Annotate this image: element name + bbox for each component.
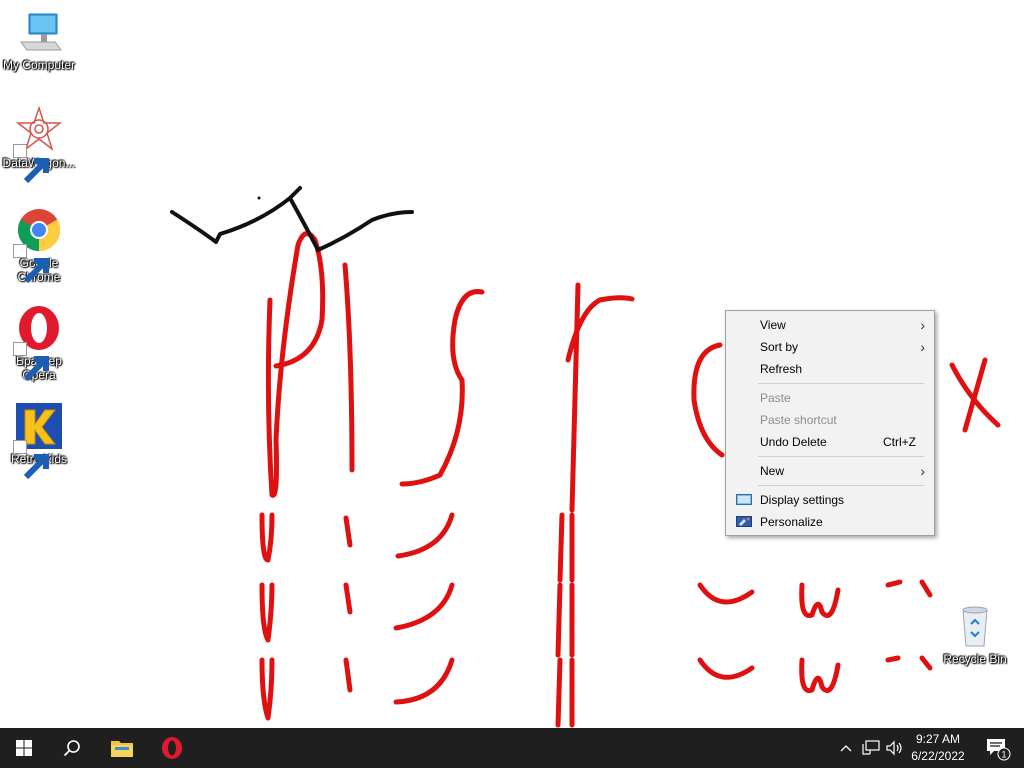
menu-separator <box>758 456 924 457</box>
action-center-button[interactable]: 1 <box>980 728 1016 768</box>
desktop-icon-recycle-bin[interactable]: Recycle Bin <box>937 602 1013 666</box>
taskbar-opera[interactable] <box>148 728 196 768</box>
menu-item-undo-delete[interactable]: Undo Delete Ctrl+Z <box>726 431 934 453</box>
computer-icon <box>15 8 63 56</box>
show-hidden-icons-button[interactable] <box>836 728 856 768</box>
desktop-icon-retro-kids[interactable]: Retro Kids <box>1 402 77 480</box>
desktop-context-menu: View › Sort by › Refresh Paste Paste sho… <box>725 310 935 536</box>
shortcut-arrow-icon <box>13 440 49 480</box>
retro-kids-icon <box>13 402 63 480</box>
menu-item-label: Sort by <box>760 340 799 354</box>
opera-icon <box>13 304 63 382</box>
chevron-up-icon <box>840 745 852 752</box>
personalize-icon <box>736 516 752 527</box>
menu-item-paste-shortcut: Paste shortcut <box>726 409 934 431</box>
network-tray-button[interactable] <box>860 728 882 768</box>
folder-icon <box>111 741 133 757</box>
menu-item-refresh[interactable]: Refresh <box>726 358 934 380</box>
chevron-right-icon: › <box>920 463 925 479</box>
menu-item-label: Undo Delete <box>760 435 827 449</box>
desktop-icon-google-chrome[interactable]: Google Chrome <box>1 206 77 284</box>
desktop-icon-my-computer[interactable]: My Computer <box>1 8 77 72</box>
desktop-icon-datawagon[interactable]: DataWagon... <box>1 106 77 184</box>
menu-separator <box>758 383 924 384</box>
menu-item-display-settings[interactable]: Display settings <box>726 489 934 511</box>
clock-time: 9:27 AM <box>915 732 961 746</box>
menu-item-label: Paste <box>760 391 791 405</box>
notification-count-badge: 1 <box>1001 750 1006 760</box>
opera-icon <box>162 737 182 759</box>
search-icon <box>63 740 80 757</box>
shortcut-arrow-icon <box>13 144 49 184</box>
menu-item-label: Display settings <box>760 493 845 507</box>
chevron-right-icon: › <box>920 317 925 333</box>
taskbar-file-explorer[interactable] <box>98 728 146 768</box>
menu-item-label: Personalize <box>760 515 823 529</box>
menu-item-view[interactable]: View › <box>726 314 934 336</box>
start-button[interactable] <box>0 728 48 768</box>
menu-item-personalize[interactable]: Personalize <box>726 511 934 533</box>
shortcut-arrow-icon <box>13 342 49 382</box>
recycle-bin-icon <box>951 602 999 650</box>
menu-item-sort-by[interactable]: Sort by › <box>726 336 934 358</box>
desktop-icon-label: Recycle Bin <box>943 652 1007 666</box>
display-icon <box>736 494 752 505</box>
network-icon <box>862 740 880 755</box>
taskbar: 9:27 AM 6/22/2022 1 <box>0 728 1024 768</box>
chrome-icon <box>13 206 63 284</box>
windows-logo-icon <box>16 740 32 756</box>
menu-item-label: Refresh <box>760 362 803 376</box>
menu-item-shortcut: Ctrl+Z <box>883 435 916 449</box>
clock-date: 6/22/2022 <box>911 749 965 763</box>
taskbar-clock[interactable]: 9:27 AM 6/22/2022 <box>902 731 974 765</box>
notification-icon: 1 <box>987 739 1011 761</box>
chevron-right-icon: › <box>920 339 925 355</box>
menu-item-label: Paste shortcut <box>760 413 837 427</box>
menu-item-label: New <box>760 464 785 478</box>
menu-separator <box>758 485 924 486</box>
shortcut-arrow-icon <box>13 244 49 284</box>
desktop-icon-label: My Computer <box>2 58 76 72</box>
menu-item-paste: Paste <box>726 387 934 409</box>
menu-item-label: View <box>760 318 786 332</box>
desktop-icon-opera[interactable]: Браузер Opera <box>1 304 77 382</box>
datawagon-icon <box>13 106 63 184</box>
search-button[interactable] <box>48 728 96 768</box>
menu-item-new[interactable]: New › <box>726 460 934 482</box>
